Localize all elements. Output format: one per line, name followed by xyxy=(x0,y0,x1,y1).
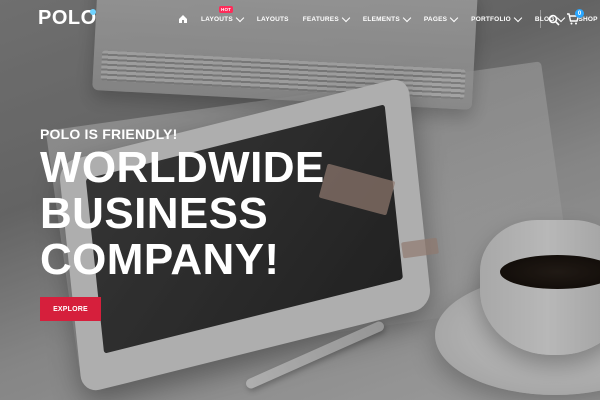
search-icon[interactable] xyxy=(548,13,560,26)
main-navigation: HOT LAYOUTS LAYOUTS FEATURES ELEMENTS PA… xyxy=(178,0,600,38)
nav-item-label: ELEMENTS xyxy=(362,15,400,23)
nav-separator xyxy=(540,10,541,28)
nav-item-shop[interactable]: SHOP xyxy=(578,0,600,38)
nav-item-layouts-2[interactable]: LAYOUTS xyxy=(257,0,289,38)
cart-count-badge: 0 xyxy=(575,9,584,18)
nav-item-label: PAGES xyxy=(423,15,448,23)
chevron-down-icon xyxy=(513,13,523,23)
nav-item-portfolio[interactable]: PORTFOLIO xyxy=(471,0,523,38)
nav-item-label: PORTFOLIO xyxy=(471,15,511,23)
chevron-down-icon xyxy=(235,13,245,23)
nav-item-label: FEATURES xyxy=(302,15,339,23)
chevron-down-icon xyxy=(402,13,412,23)
chevron-down-icon xyxy=(449,13,459,23)
hero-headline-line: WORLDWIDE xyxy=(40,143,325,192)
nav-item-elements[interactable]: ELEMENTS xyxy=(362,0,412,38)
site-header: POLO HOT LAYOUTS LAYOUTS FEATURES ELEMEN… xyxy=(0,0,600,38)
hot-badge: HOT xyxy=(219,6,234,13)
explore-button[interactable]: EXPLORE xyxy=(40,297,101,321)
hero-headline-line: BUSINESS xyxy=(40,189,269,238)
hero-banner: POLO HOT LAYOUTS LAYOUTS FEATURES ELEMEN… xyxy=(0,0,600,400)
nav-item-features[interactable]: FEATURES xyxy=(302,0,351,38)
home-icon[interactable] xyxy=(178,14,188,24)
nav-item-pages[interactable]: PAGES xyxy=(423,0,459,38)
nav-item-label: LAYOUTS xyxy=(201,15,233,23)
hero-kicker: POLO IS FRIENDLY! xyxy=(40,126,178,142)
logo-accent-dot xyxy=(90,9,96,15)
hero-headline-line: COMPANY! xyxy=(40,235,280,284)
hero-headline: WORLDWIDE BUSINESS COMPANY! xyxy=(40,145,360,283)
site-logo[interactable]: POLO xyxy=(38,7,97,30)
nav-item-layouts[interactable]: HOT LAYOUTS xyxy=(201,0,245,38)
chevron-down-icon xyxy=(341,13,351,23)
nav-item-label: LAYOUTS xyxy=(256,15,289,23)
